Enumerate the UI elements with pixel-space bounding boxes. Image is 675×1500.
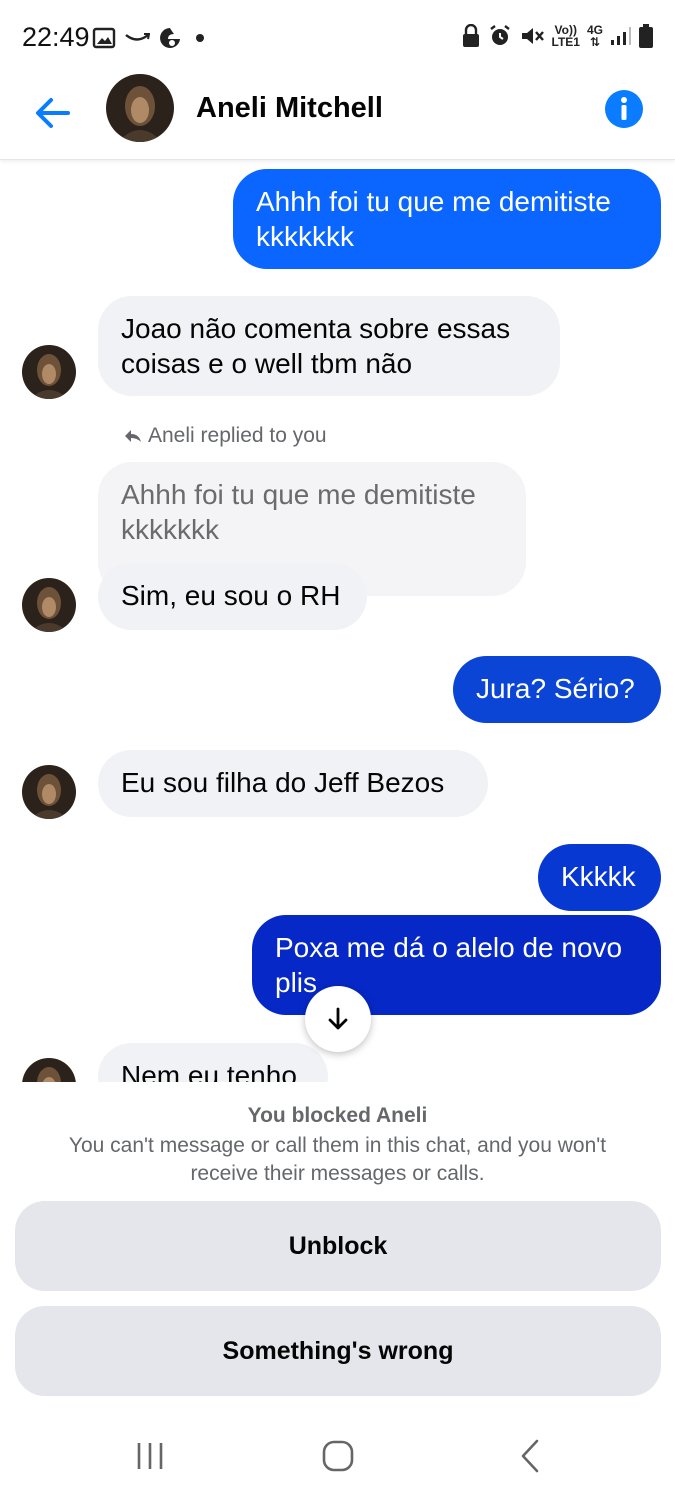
volte-bottom-label: LTE1 <box>551 35 580 49</box>
reply-arrow-icon <box>125 430 141 442</box>
lock-icon <box>462 24 479 47</box>
message-bubble-incoming[interactable]: Nem eu tenho <box>98 1043 328 1082</box>
alarm-icon <box>489 25 510 45</box>
message-bubble-incoming[interactable]: Sim, eu sou o RH <box>98 563 367 630</box>
message-bubble-outgoing[interactable]: Jura? Sério? <box>453 656 661 723</box>
scroll-to-bottom-button[interactable] <box>305 986 371 1052</box>
unblock-button[interactable]: Unblock <box>15 1201 661 1291</box>
message-list[interactable]: Ahhh foi tu que me demitiste kkkkkkk Joa… <box>0 160 675 1082</box>
recent-apps-icon <box>137 1443 163 1469</box>
arrow-down-icon <box>328 1007 348 1030</box>
conversation-header: Aneli Mitchell <box>0 74 675 160</box>
message-bubble-outgoing[interactable]: Kkkkk <box>538 844 661 911</box>
reply-label-text: Aneli replied to you <box>148 424 327 447</box>
edge-icon <box>160 28 180 48</box>
sender-avatar[interactable] <box>22 1058 76 1082</box>
4g-icon: 4G ⇅ <box>586 23 603 49</box>
sender-avatar[interactable] <box>22 765 76 819</box>
status-right-icons: Vo)) LTE1 4G ⇅ <box>461 24 653 48</box>
message-text: Ahhh foi tu que me demitiste kkkkkkk <box>256 186 611 252</box>
message-text: Kkkkk <box>561 861 636 892</box>
gallery-icon <box>92 27 116 49</box>
system-nav-bar <box>0 1412 675 1500</box>
message-bubble-incoming[interactable]: Eu sou filha do Jeff Bezos <box>98 750 488 817</box>
battery-icon <box>639 24 653 48</box>
message-text: Sim, eu sou o RH <box>121 580 341 611</box>
status-time: 22:49 <box>22 22 90 52</box>
sender-avatar[interactable] <box>22 578 76 632</box>
blocked-panel: You blocked Aneli You can't message or c… <box>0 1082 675 1412</box>
message-text: Eu sou filha do Jeff Bezos <box>121 767 445 798</box>
message-bubble-outgoing[interactable]: Ahhh foi tu que me demitiste kkkkkkk <box>233 169 661 269</box>
quoted-text: Ahhh foi tu que me demitiste kkkkkkk <box>121 479 476 545</box>
back-icon <box>521 1439 539 1473</box>
nav-back-button[interactable] <box>505 1436 555 1476</box>
info-icon <box>621 97 627 120</box>
message-text: Joao não comenta sobre essas coisas e o … <box>121 313 511 379</box>
home-button[interactable] <box>313 1436 363 1476</box>
home-icon <box>322 1440 354 1472</box>
blocked-description: You can't message or call them in this c… <box>68 1134 607 1185</box>
back-button[interactable] <box>30 90 76 136</box>
info-button[interactable] <box>605 90 643 128</box>
mute-icon <box>521 28 544 44</box>
message-text: Nem eu tenho <box>121 1060 297 1082</box>
status-left-icons <box>92 26 204 50</box>
something-wrong-button[interactable]: Something's wrong <box>15 1306 661 1396</box>
contact-avatar[interactable] <box>106 74 174 142</box>
volte-icon: Vo)) LTE1 <box>552 24 580 48</box>
sender-avatar[interactable] <box>22 345 76 399</box>
amazon-icon <box>125 33 150 41</box>
signal-icon <box>611 27 631 45</box>
contact-name[interactable]: Aneli Mitchell <box>196 92 383 125</box>
reply-indicator: Aneli replied to you <box>124 424 327 448</box>
dot-icon <box>196 34 204 42</box>
blocked-title: You blocked Aneli <box>247 1104 428 1127</box>
recent-apps-button[interactable] <box>125 1436 175 1476</box>
arrow-left-icon <box>36 98 70 128</box>
message-bubble-incoming[interactable]: Joao não comenta sobre essas coisas e o … <box>98 296 560 396</box>
message-text: Jura? Sério? <box>476 673 635 704</box>
status-bar: 22:49 Vo)) LTE1 4G ⇅ <box>0 0 675 80</box>
